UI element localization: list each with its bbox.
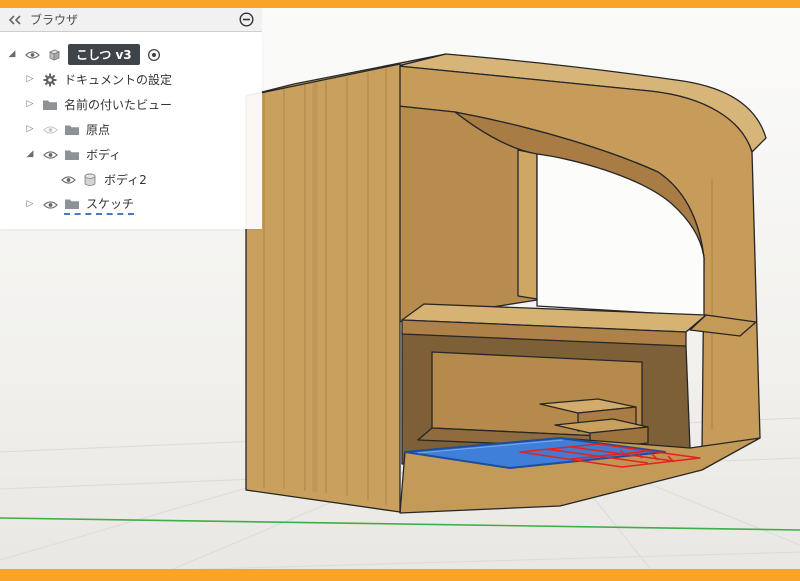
visibility-eye-icon[interactable] [24,50,40,60]
top-accent-bar [0,0,800,8]
gear-icon [42,73,58,87]
folder-icon [64,149,80,160]
collapse-panel-icon[interactable] [8,14,22,26]
tree-item-bodies[interactable]: ◢ ボディ [0,142,262,167]
bottom-accent-bar [0,569,800,581]
browser-tree: ◢ こしつ v3 ▷ ドキュメントの設定 ▷ 名前の付いたビュー ▷ 原点 ◢ … [0,32,262,229]
tree-item-document-settings[interactable]: ▷ ドキュメントの設定 [0,67,262,92]
tree-item-label: ドキュメントの設定 [64,73,173,87]
visibility-eye-icon[interactable] [42,200,58,210]
folder-icon [64,124,80,135]
active-component-radio-icon[interactable] [146,48,162,62]
visibility-eye-icon[interactable] [60,175,76,185]
tree-item-document-root[interactable]: ◢ こしつ v3 [0,42,262,67]
tree-item-label: スケッチ [86,196,135,211]
tree-item-label: 名前の付いたビュー [64,98,173,112]
browser-panel-title: ブラウザ [30,13,79,27]
tree-item-sketches[interactable]: ▷ スケッチ [0,192,262,217]
tree-item-label: ボディ [86,148,122,162]
expander-collapsed-icon[interactable]: ▷ [24,100,36,109]
tree-item-label-selected: こしつ v3 [68,44,140,65]
tree-item-label: ボディ2 [104,173,147,187]
circled-minus-icon[interactable] [239,12,254,27]
folder-icon [42,99,58,110]
model-left-wall[interactable] [245,63,401,513]
application-window: ブラウザ ◢ こしつ v3 ▷ ドキュメントの設定 ▷ 名前の付いたビュー ▷ … [0,0,800,581]
browser-panel-header: ブラウザ [0,8,262,32]
tree-item-origin[interactable]: ▷ 原点 [0,117,262,142]
expander-collapsed-icon[interactable]: ▷ [24,200,36,209]
visibility-eye-hidden-icon[interactable] [42,125,58,135]
tree-item-body2[interactable]: ボディ2 [0,167,262,192]
model-wooden-booth[interactable] [245,53,767,514]
expander-collapsed-icon[interactable]: ▷ [24,75,36,84]
component-cube-icon [46,48,62,62]
body-cylinder-icon [82,173,98,187]
sketch-folder-wrap: スケッチ [64,195,135,215]
browser-panel: ブラウザ ◢ こしつ v3 ▷ ドキュメントの設定 ▷ 名前の付いたビュー ▷ … [0,8,262,229]
visibility-eye-icon[interactable] [42,150,58,160]
expander-expanded-icon[interactable]: ◢ [24,150,36,159]
sketch-folder-icon [64,198,80,209]
tree-item-named-views[interactable]: ▷ 名前の付いたビュー [0,92,262,117]
expander-collapsed-icon[interactable]: ▷ [24,125,36,134]
expander-expanded-icon[interactable]: ◢ [6,50,18,59]
ground-axis-y-green [0,517,800,531]
tree-item-label: 原点 [86,123,111,137]
model-inner-panel-edge[interactable] [517,149,538,300]
